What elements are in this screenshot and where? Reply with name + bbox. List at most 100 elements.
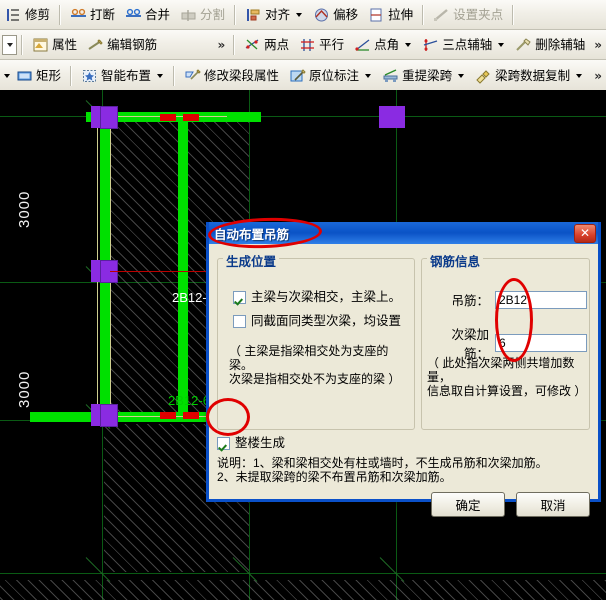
toolbar-button-trim[interactable]: 修剪 [0, 4, 55, 25]
column-inner-outline [100, 404, 118, 427]
edit-rebar-icon [87, 37, 104, 53]
toolbar-label: 矩形 [36, 68, 62, 83]
toolbar-button-break[interactable]: 打断 [65, 4, 120, 25]
toolbar-dropdown-selector[interactable] [2, 34, 18, 55]
checkbox-whole-floor[interactable] [217, 437, 230, 450]
toolbar-label: 点角 [374, 37, 400, 52]
chevron-down-icon[interactable] [405, 42, 412, 47]
toolbar-label: 分割 [200, 7, 226, 22]
checkbox-row-whole-floor[interactable]: 整楼生成 [217, 436, 285, 450]
toolbar-label: 平行 [319, 37, 345, 52]
toolbar-button-split[interactable]: 分割 [175, 4, 230, 25]
close-icon[interactable]: ✕ [574, 223, 596, 243]
toolbar-separator [234, 4, 237, 25]
toolbar-label: 原位标注 [309, 68, 360, 83]
modify-beam-segment-icon [184, 68, 201, 84]
checkbox-row-same-section[interactable]: 同截面同类型次梁，均设置 [233, 314, 408, 328]
grid-axis-horizontal [0, 573, 606, 574]
toolbar-button-three-point-axis[interactable]: 三点辅轴 [417, 34, 510, 55]
chevron-down-icon[interactable] [157, 73, 164, 78]
toolbar-label: 打断 [90, 7, 116, 22]
delete-axis-icon [515, 37, 532, 53]
checkbox-main-secondary-beam[interactable] [233, 291, 246, 304]
toolbar-button-offset[interactable]: 偏移 [308, 4, 363, 25]
toolbar-button-rectangle[interactable]: 矩形 [11, 65, 66, 86]
hanging-rebar-marker [183, 412, 199, 419]
field-label: 吊筋： [451, 294, 489, 308]
toolbar-button-modify-beam-segment[interactable]: 修改梁段属性 [179, 65, 284, 86]
dialog-titlebar[interactable]: 自动布置吊筋 ✕ [209, 222, 598, 244]
toolbar-separator [233, 34, 236, 55]
toolbar-button-delete-axis[interactable]: 删除辅轴 [510, 34, 590, 55]
beam-vertical-right[interactable] [178, 112, 188, 412]
offset-icon [313, 7, 330, 23]
toolbar-button-set-grip[interactable]: 设置夹点 [428, 4, 508, 25]
checkbox-label: 整楼生成 [235, 436, 286, 450]
toolbar-separator [21, 34, 24, 55]
beam-toolbar: 矩形 智能布置 修改梁段属性 原位标注 重提梁跨 梁跨数据复制 » [0, 60, 606, 90]
chevron-down-icon[interactable] [498, 42, 505, 47]
toolbar-label: 合并 [145, 7, 171, 22]
toolbar-button-parallel[interactable]: 平行 [294, 34, 349, 55]
toolbar-label: 梁跨数据复制 [495, 68, 571, 83]
beam-horizontal-bottom[interactable] [30, 412, 90, 422]
chevron-down-icon [6, 42, 13, 47]
toolbar-label: 设置夹点 [453, 7, 504, 22]
edit-toolbar: 修剪 打断 合并 分割 对齐 偏移 拉伸 设置夹点 [0, 0, 606, 30]
toolbar-separator [173, 65, 176, 86]
merge-icon [125, 7, 142, 23]
align-icon [245, 7, 262, 23]
toolbar-button-re-extract-span[interactable]: 重提梁跨 [377, 65, 470, 86]
secondary-beam-rebar-input[interactable]: 6 [495, 334, 587, 352]
rebar-label-bottom: 2B12-6 [168, 393, 210, 408]
grid-tick [379, 557, 405, 582]
cancel-button[interactable]: 取消 [516, 492, 590, 517]
auto-hanging-rebar-dialog[interactable]: 自动布置吊筋 ✕ 生成位置 主梁与次梁相交，主梁上。 同截面同类型次梁，均设置 … [206, 222, 601, 517]
dimension-label: 3000 [16, 190, 33, 228]
column-top-right[interactable] [379, 106, 405, 128]
checkbox-same-section[interactable] [233, 315, 246, 328]
toolbar-button-copy-span-data[interactable]: 梁跨数据复制 [470, 65, 588, 86]
checkbox-row-main-secondary-beam[interactable]: 主梁与次梁相交，主梁上。 [233, 290, 408, 304]
toolbar-separator [59, 4, 62, 25]
toolbar-button-smart-layout[interactable]: 智能布置 [76, 65, 169, 86]
toolbar-button-point-angle[interactable]: 点角 [349, 34, 417, 55]
dimension-label: 3000 [16, 370, 33, 408]
toolbar-label: 编辑钢筋 [107, 37, 158, 52]
chevron-down-icon[interactable] [4, 73, 10, 78]
dialog-title: 自动布置吊筋 [214, 227, 290, 242]
field-row-hanging-rebar[interactable]: 吊筋： 2B12 [427, 290, 587, 309]
generate-position-group-title: 生成位置 [223, 251, 280, 270]
toolbar-separator [70, 65, 73, 86]
toolbar-overflow-chevron[interactable]: » [214, 38, 230, 52]
toolbar-overflow-chevron[interactable]: » [590, 69, 606, 83]
rebar-info-group-title: 钢筋信息 [427, 251, 484, 270]
toolbar-button-align[interactable]: 对齐 [240, 4, 308, 25]
chevron-down-icon[interactable] [576, 73, 583, 78]
trim-icon [5, 7, 22, 23]
toolbar-label: 拉伸 [388, 7, 414, 22]
toolbar-button-stretch[interactable]: 拉伸 [363, 4, 418, 25]
toolbar-button-merge[interactable]: 合并 [120, 4, 175, 25]
chevron-down-icon[interactable] [365, 73, 372, 78]
point-angle-icon [354, 37, 371, 53]
in-situ-label-icon [289, 68, 306, 84]
chevron-down-icon[interactable] [458, 73, 465, 78]
toolbar-button-edit-rebar[interactable]: 编辑钢筋 [82, 34, 162, 55]
toolbar-button-two-point[interactable]: 两点 [239, 34, 294, 55]
chevron-down-icon[interactable] [296, 12, 303, 17]
grip-point-icon [433, 7, 450, 23]
toolbar-button-property[interactable]: 属性 [27, 34, 82, 55]
break-icon [70, 7, 87, 23]
hanging-rebar-input[interactable]: 2B12 [495, 290, 587, 309]
hanging-rebar-marker [183, 114, 199, 121]
slab-hatch-area [0, 580, 606, 600]
toolbar-label: 对齐 [265, 7, 291, 22]
ok-button[interactable]: 确定 [431, 492, 505, 517]
parallel-icon [299, 37, 316, 53]
toolbar-separator [422, 4, 425, 25]
toolbar-button-in-situ-label[interactable]: 原位标注 [284, 65, 377, 86]
toolbar-label: 重提梁跨 [402, 68, 453, 83]
toolbar-overflow-chevron[interactable]: » [590, 38, 606, 52]
copy-span-data-icon [475, 68, 492, 84]
